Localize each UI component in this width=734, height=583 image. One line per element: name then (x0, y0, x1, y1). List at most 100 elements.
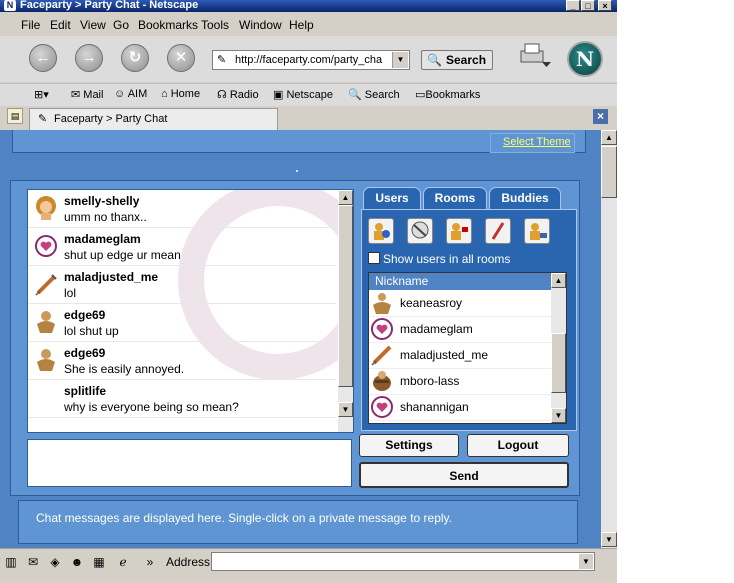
forward-arrow-icon: → (81, 49, 97, 66)
checkbox-icon[interactable] (368, 252, 380, 264)
menu-tools[interactable]: Tools (201, 18, 229, 32)
back-arrow-icon: ← (35, 49, 51, 66)
menu-go[interactable]: Go (113, 18, 129, 32)
settings-button[interactable]: Settings (359, 434, 459, 457)
show-all-rooms-checkbox[interactable]: Show users in all rooms (368, 252, 510, 266)
heart-avatar-icon (35, 235, 57, 257)
menu-bar: File Edit View Go Bookmarks Tools Window… (0, 13, 617, 35)
scroll-up-arrow-icon[interactable]: ▲ (551, 273, 566, 288)
aim-icon: ☺ (114, 88, 126, 100)
back-button[interactable]: ← (29, 44, 57, 72)
maximize-button[interactable]: □ (581, 0, 595, 11)
print-icon[interactable] (518, 42, 552, 70)
private-message-icon[interactable] (485, 218, 511, 244)
tab-faceparty[interactable]: ✎ Faceparty > Party Chat (29, 108, 278, 130)
select-theme-link[interactable]: Select Theme (503, 136, 571, 148)
scroll-down-arrow-icon[interactable]: ▼ (338, 402, 353, 417)
chat-panel: smelly-shelly umm no thanx.. madameglam … (10, 180, 580, 496)
url-text: http://faceparty.com/party_cha (235, 54, 383, 66)
heart-avatar-icon (371, 318, 393, 340)
toolbar-search[interactable]: 🔍 Search (348, 88, 400, 101)
scroll-up-arrow-icon[interactable]: ▲ (601, 130, 617, 145)
send-button[interactable]: Send (359, 462, 569, 488)
chat-message[interactable]: madameglam shut up edge ur mean (28, 228, 336, 266)
decorative-dot (296, 170, 298, 172)
user-list-scroll-thumb[interactable] (551, 333, 566, 393)
more-chevron-icon[interactable]: » (142, 554, 158, 570)
headphones-icon: ☊ (217, 89, 227, 101)
scroll-up-arrow-icon[interactable]: ▲ (338, 190, 353, 205)
toolbar-bookmarks[interactable]: ▭Bookmarks (415, 88, 480, 101)
address-dropdown-icon[interactable]: ▼ (579, 554, 593, 569)
chat-scrollbar[interactable]: ▲ ▼ (338, 190, 353, 432)
forward-button[interactable]: → (75, 44, 103, 72)
tab-users[interactable]: Users (363, 187, 421, 209)
address-input[interactable]: ▼ (211, 552, 595, 571)
user-list[interactable]: Nickname keaneasroy madameglam maladjust… (368, 272, 567, 424)
heart-avatar-icon (371, 396, 393, 418)
users-panel: Show users in all rooms Nickname keaneas… (361, 209, 577, 431)
url-dropdown-icon[interactable]: ▼ (392, 52, 408, 68)
menu-window[interactable]: Window (239, 18, 282, 32)
chat-messages[interactable]: smelly-shelly umm no thanx.. madameglam … (27, 189, 354, 433)
new-tab-icon[interactable]: ▤ (7, 108, 23, 124)
scroll-down-arrow-icon[interactable]: ▼ (551, 408, 566, 423)
page-scrollbar[interactable]: ▲ ▼ (601, 130, 617, 548)
page-scroll-thumb[interactable] (601, 146, 617, 198)
mail-component-icon[interactable]: ✉ (25, 554, 41, 570)
close-window-button[interactable]: × (598, 0, 612, 11)
address-book-icon[interactable]: ▦ (91, 554, 107, 570)
component-bar-icon[interactable]: ▥ (3, 554, 19, 570)
search-button[interactable]: 🔍 Search (421, 50, 493, 70)
tab-buddies[interactable]: Buddies (489, 187, 561, 209)
menu-help[interactable]: Help (289, 18, 314, 32)
report-user-icon[interactable] (446, 218, 472, 244)
logout-button[interactable]: Logout (467, 434, 569, 457)
list-item[interactable]: shanannigan (369, 394, 552, 421)
chat-message[interactable]: splitlife why is everyone being so mean? (28, 380, 336, 418)
nickname-column-header[interactable]: Nickname (369, 273, 552, 290)
page-icon: ✎ (217, 54, 227, 66)
user-info-icon[interactable] (368, 218, 394, 244)
chat-message[interactable]: smelly-shelly umm no thanx.. (28, 190, 336, 228)
user-list-scrollbar[interactable]: ▲ ▼ (551, 273, 566, 423)
aim-component-icon[interactable]: ☻ (69, 554, 85, 570)
ignore-user-icon[interactable] (407, 218, 433, 244)
toolbar-home[interactable]: ⌂ Home (161, 88, 200, 100)
composer-icon[interactable]: ◈ (47, 554, 63, 570)
scroll-down-arrow-icon[interactable]: ▼ (601, 532, 617, 547)
toolbar-mail[interactable]: ✉ Mail (71, 88, 103, 101)
menu-view[interactable]: View (80, 18, 106, 32)
close-tab-button[interactable]: × (593, 109, 608, 124)
toolbar-aim[interactable]: ☺ AIM (114, 88, 147, 100)
tab-rooms[interactable]: Rooms (423, 187, 487, 209)
list-item[interactable]: madameglam (369, 316, 552, 343)
menu-edit[interactable]: Edit (50, 18, 71, 32)
status-panel: Chat messages are displayed here. Single… (18, 500, 578, 544)
netscape-logo-icon: N (567, 41, 603, 77)
toolbar-menu-icon[interactable]: ⊞▾ (34, 88, 49, 101)
ie-icon[interactable]: ℯ (115, 554, 131, 570)
list-item[interactable]: maladjusted_me (369, 342, 552, 369)
add-buddy-icon[interactable] (524, 218, 550, 244)
message-input[interactable] (27, 439, 352, 487)
menu-file[interactable]: File (21, 18, 40, 32)
menu-bookmarks[interactable]: Bookmarks (138, 18, 198, 32)
chat-scroll-thumb[interactable] (338, 205, 353, 387)
list-item[interactable]: mboro-lass (369, 368, 552, 395)
stop-button[interactable]: ✕ (167, 44, 195, 72)
chat-message[interactable]: edge69 lol shut up (28, 304, 336, 342)
syringe-avatar-icon (35, 274, 57, 296)
toolbar-radio[interactable]: ☊ Radio (217, 88, 259, 101)
minimize-button[interactable]: _ (566, 0, 580, 11)
chat-message[interactable]: edge69 She is easily annoyed. (28, 342, 336, 380)
list-item[interactable]: keaneasroy (369, 290, 552, 317)
reload-button[interactable]: ↻ (121, 44, 149, 72)
toolbar-netscape[interactable]: ▣ Netscape (273, 88, 333, 101)
search-icon: 🔍 (348, 89, 362, 101)
bottom-bar: ▥ ✉ ◈ ☻ ▦ ℯ » Address ▼ (0, 548, 617, 575)
my-netscape-icon: ▣ (273, 89, 284, 101)
browser-window: N Faceparty > Party Chat - Netscape _ □ … (0, 0, 617, 583)
chat-message[interactable]: maladjusted_me lol (28, 266, 336, 304)
url-bar[interactable]: ✎ http://faceparty.com/party_cha ▼ (212, 50, 410, 70)
